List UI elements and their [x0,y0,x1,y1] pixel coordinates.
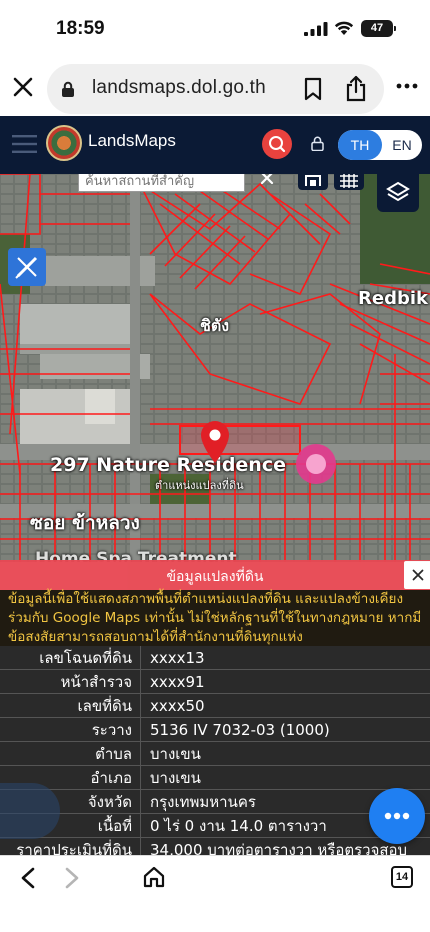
row-value: xxxx50 [150,697,205,715]
panel-close-button[interactable] [404,561,430,589]
map-label-place: 297 Nature Residence [50,454,286,476]
browser-address-row: landsmaps.dol.go.th [0,58,430,116]
building-icon [305,175,321,186]
back-icon[interactable] [18,866,38,890]
share-icon[interactable] [345,75,367,102]
table-row: จังหวัด กรุงเทพมหานคร [0,790,430,814]
table-row: ราคาประเมินที่ดิน 34,000 บาทต่อตารางวา ห… [0,838,430,855]
search-icon [269,136,286,153]
layers-button[interactable] [377,174,419,212]
menu-icon[interactable] [12,135,37,153]
tabs-count-button[interactable]: 14 [391,866,413,888]
map-label-redbik: Redbik [358,288,428,309]
forward-icon[interactable] [62,866,82,890]
table-row: เลขที่ดิน xxxx50 [0,694,430,718]
draw-tool-button[interactable] [8,248,46,286]
lock-icon [62,81,74,97]
parcel-panel-header: ข้อมูลแปลงที่ดิน [0,560,430,590]
row-label: เลขโฉนดที่ดิน [0,646,141,670]
table-row: อำเภอ บางเขน [0,766,430,790]
status-bar: 18:59 47 [0,0,430,58]
more-options-icon[interactable] [396,82,418,90]
home-icon[interactable] [142,865,166,889]
department-logo [46,125,82,161]
layers-icon [386,181,410,202]
close-icon [412,569,424,581]
map-search-input[interactable] [78,174,245,192]
bookmark-icon[interactable] [303,77,323,101]
table-row: หน้าสำรวจ xxxx91 [0,670,430,694]
clear-search-icon[interactable] [259,174,275,186]
map-label-place-sub: ตำแหน่งแปลงที่ดิน [155,479,244,492]
ruler-pencil-icon [15,256,38,279]
row-value: xxxx13 [150,649,205,667]
row-label: หน้าสำรวจ [0,670,141,694]
map-label-soi: ซอย ข้าหลวง [30,512,140,534]
row-label: ระวาง [0,718,141,742]
panel-title: ข้อมูลแปลงที่ดิน [166,569,264,585]
url-text: landsmaps.dol.go.th [92,77,266,98]
map-home-button[interactable] [298,174,328,190]
map-grid-button[interactable] [334,174,364,190]
map-label-road: ชิตัง [200,316,230,335]
row-value: บางเขน [150,769,201,787]
parcel-info-table: เลขโฉนดที่ดิน xxxx13 หน้าสำรวจ xxxx91 เล… [0,646,430,855]
brand-title: LandsMaps [88,131,176,150]
browser-bottom-toolbar: 14 [0,855,430,932]
satellite-map-image [0,174,430,562]
row-value: บางเขน [150,745,201,763]
row-label: ราคาประเมินที่ดิน [0,838,141,855]
table-row: เลขโฉนดที่ดิน xxxx13 [0,646,430,670]
row-value: 0 ไร่ 0 งาน 14.0 ตารางวา [150,817,327,835]
status-time: 18:59 [56,18,105,39]
chat-fab-button[interactable] [369,788,425,844]
table-row: เนื้อที่ 0 ไร่ 0 งาน 14.0 ตารางวา [0,814,430,838]
row-label: เลขที่ดิน [0,694,141,718]
map-view[interactable]: Redbik ชิตัง 297 Nature Residence ตำแหน่… [0,174,430,562]
cellular-signal-icon [304,22,328,36]
table-row: ตำบล บางเขน [0,742,430,766]
language-th-button[interactable]: TH [338,130,382,160]
row-label: ตำบล [0,742,141,766]
close-icon[interactable] [10,74,36,100]
location-pin-icon [201,421,229,463]
unlock-icon[interactable] [311,136,324,151]
grid-icon [340,174,358,188]
row-value: กรุงเทพมหานคร [150,793,256,811]
wifi-icon [334,21,354,35]
url-field[interactable]: landsmaps.dol.go.th [47,64,384,114]
table-row: ระวาง 5136 IV 7032-03 (1000) [0,718,430,742]
language-en-button[interactable]: EN [382,130,422,160]
floating-left-button[interactable] [0,783,60,839]
legal-notice: ข้อมูลนี้เพื่อใช้แสดงสภาพพื้นที่ตำแหน่งแ… [0,590,430,646]
search-button[interactable] [262,129,292,159]
row-value: xxxx91 [150,673,205,691]
app-header: LandsMaps TH EN [0,116,430,174]
language-toggle[interactable]: TH EN [338,130,422,160]
row-value: 5136 IV 7032-03 (1000) [150,721,330,739]
more-horizontal-icon [384,812,410,820]
battery-icon: 47 [361,20,396,37]
